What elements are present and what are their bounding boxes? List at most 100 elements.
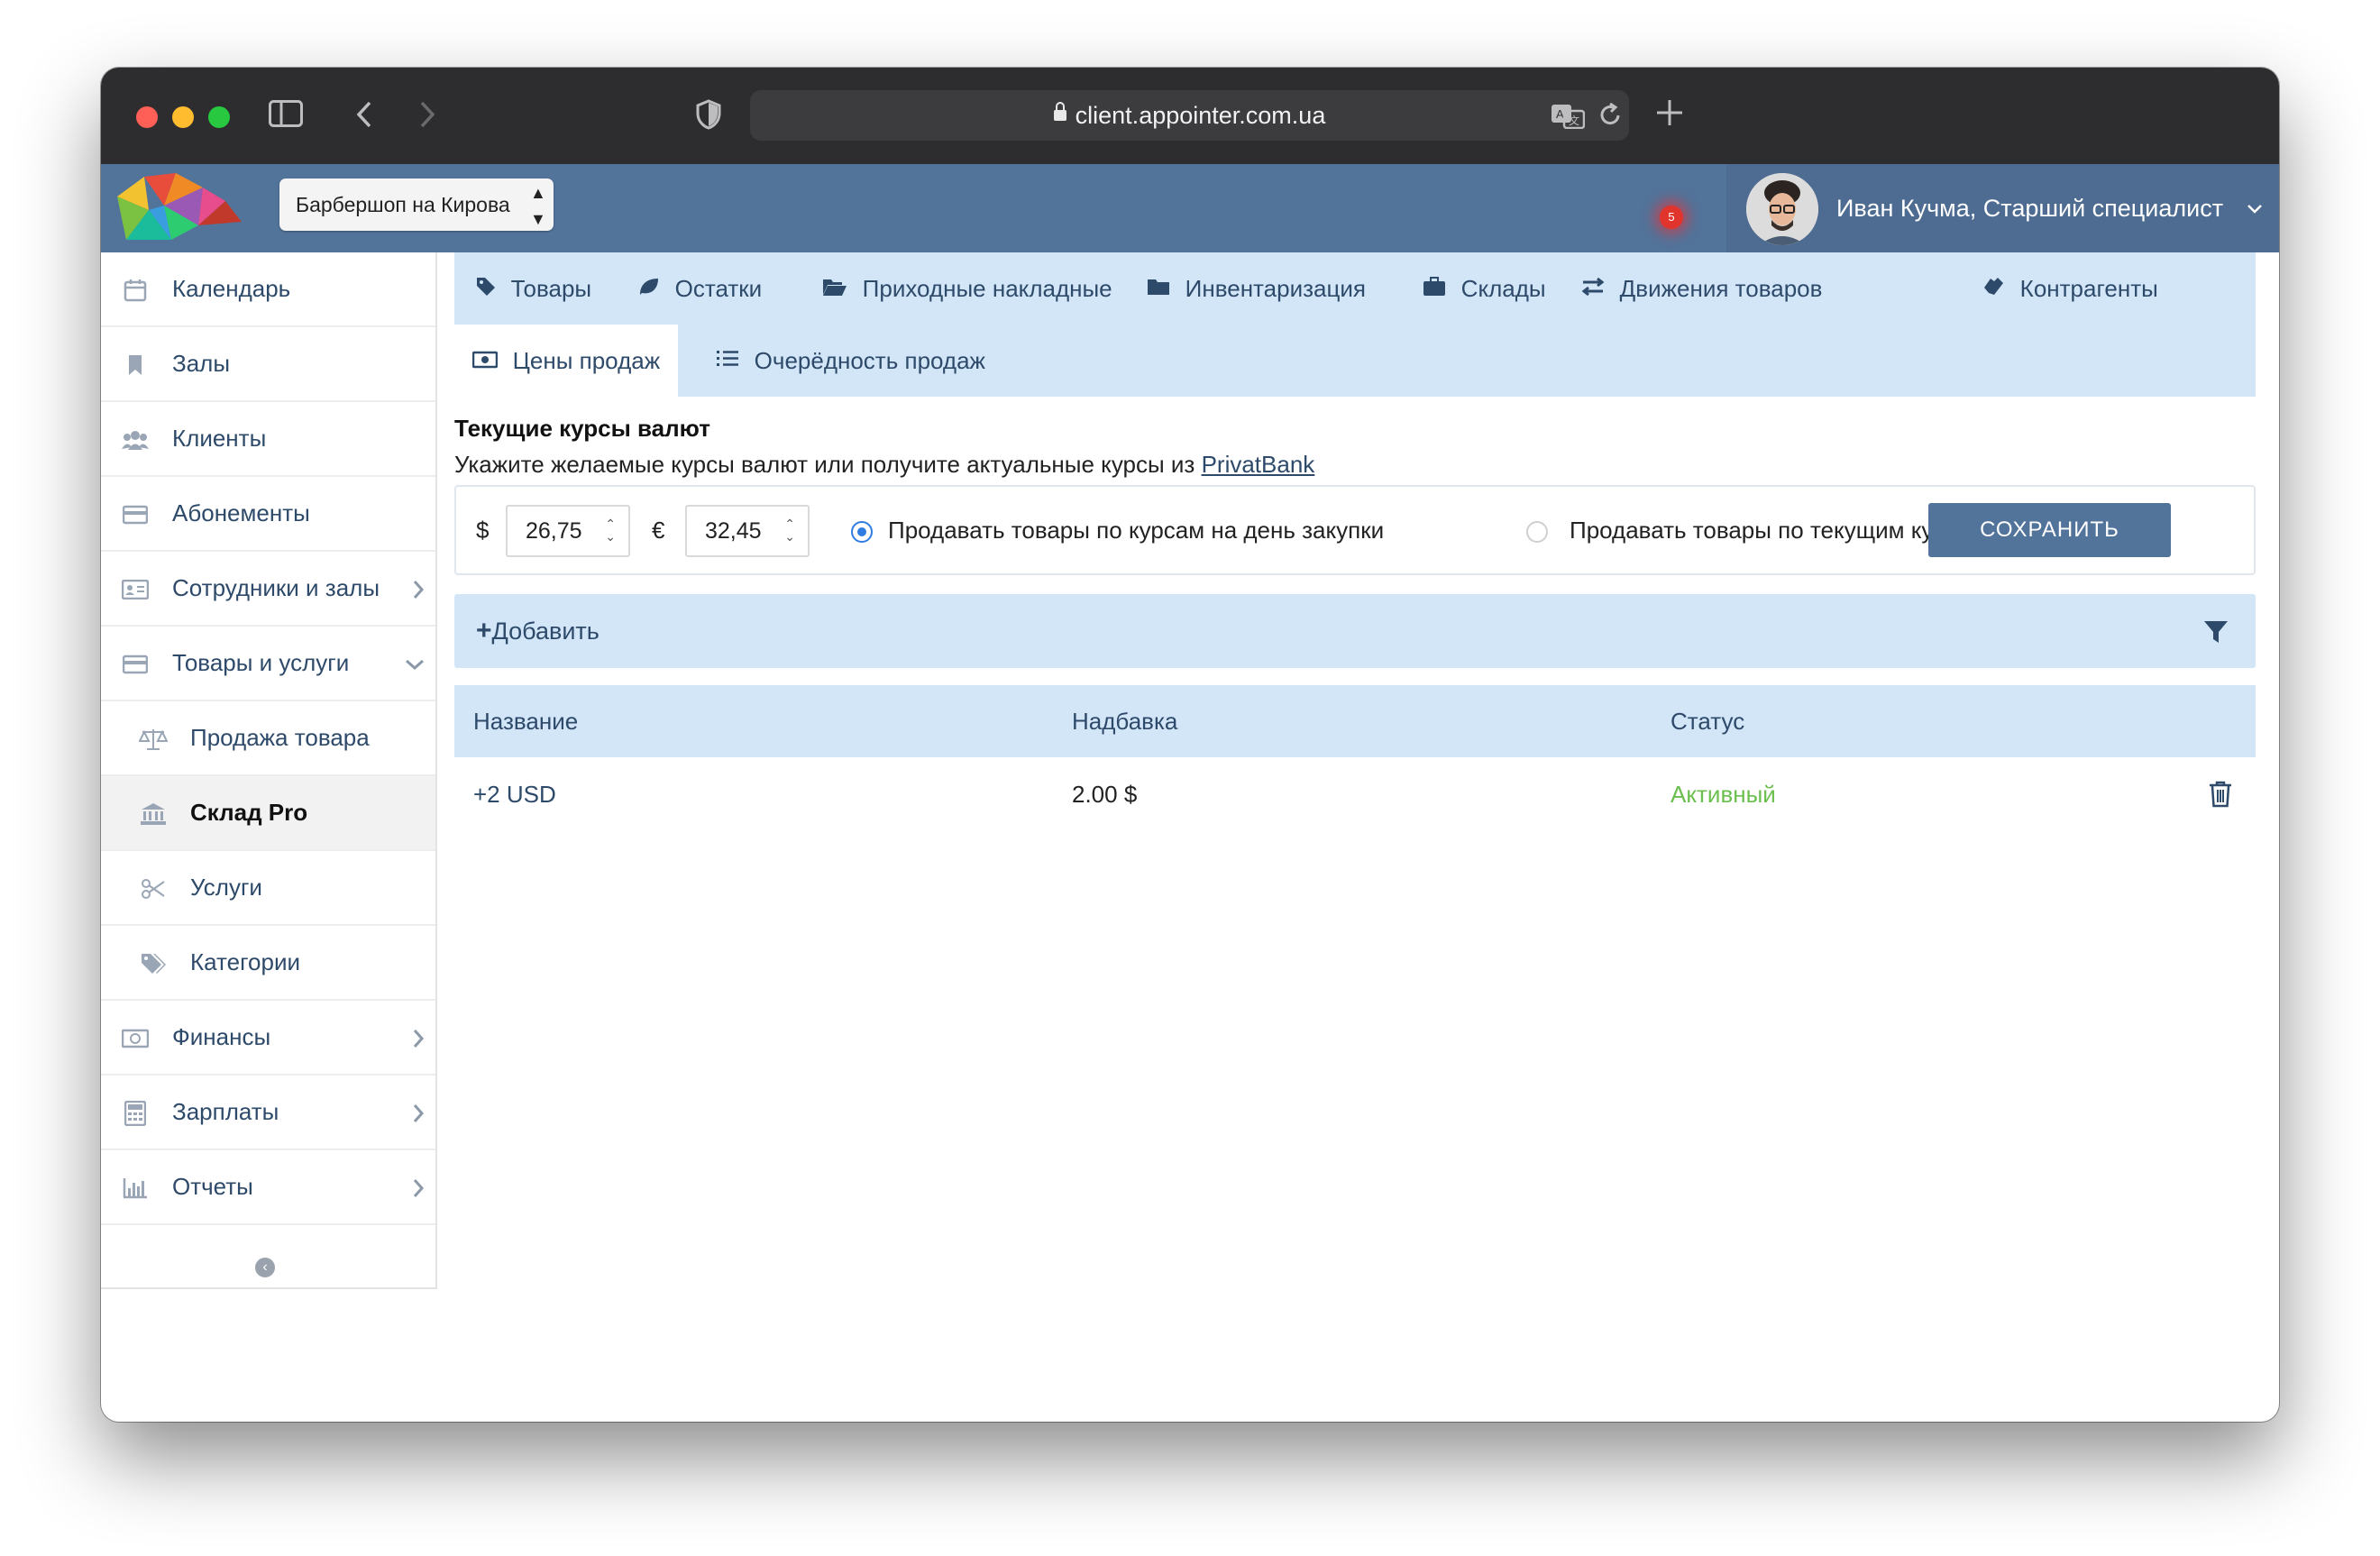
bookmark-icon (121, 327, 150, 400)
briefcase-icon (1423, 277, 1452, 302)
tab-stock[interactable]: Остатки (638, 252, 762, 325)
shield-icon[interactable] (695, 99, 722, 135)
spinner-icon[interactable]: ⌃ ⌄ (605, 517, 616, 543)
tab-label: Приходные накладные (862, 275, 1112, 302)
calculator-icon (121, 1075, 150, 1149)
usd-rate-value: 26,75 (526, 518, 582, 544)
filter-icon[interactable] (2203, 619, 2229, 649)
user-menu[interactable]: Иван Кучма, Старший специалист (1726, 164, 2279, 252)
collapse-sidebar-icon[interactable]: ‹ (255, 1258, 275, 1277)
usd-symbol: $ (476, 517, 490, 544)
tab-label: Товары (510, 275, 592, 302)
chevron-right-icon (412, 1150, 425, 1223)
bar-chart-icon (121, 1150, 150, 1223)
chevron-right-icon (412, 1001, 425, 1074)
browser-window: client.appointer.com.ua A文 Барбершоп на … (101, 68, 2279, 1422)
usd-rate-input[interactable]: 26,75 ⌃ ⌄ (506, 505, 630, 557)
notifications-badge[interactable]: 5 (1660, 206, 1683, 229)
row-name[interactable]: +2 USD (473, 757, 556, 831)
sidebar-item-staff[interactable]: Сотрудники и залы (101, 552, 435, 627)
translate-icon[interactable]: A文 (1551, 104, 1586, 137)
sidebar-item-services[interactable]: Услуги (101, 851, 435, 926)
sidebar-item-label: Услуги (190, 874, 262, 901)
plus-icon: + (476, 616, 492, 645)
app-logo[interactable] (108, 169, 245, 252)
column-header-markup[interactable]: Надбавка (1072, 685, 1177, 757)
sidebar-item-reports[interactable]: Отчеты (101, 1150, 435, 1225)
money-icon (471, 350, 504, 374)
sidebar-item-finance[interactable]: Финансы (101, 1001, 435, 1075)
chevron-down-icon (2247, 164, 2263, 252)
back-icon[interactable] (355, 100, 373, 134)
sidebar-item-categories[interactable]: Категории (101, 926, 435, 1001)
tab-label: Склады (1460, 275, 1546, 302)
trash-icon[interactable] (2209, 781, 2232, 812)
tab-counterparties[interactable]: Контрагенты (1982, 252, 2158, 325)
column-header-status[interactable]: Статус (1671, 685, 1744, 757)
app-header: Барбершоп на Кирова ▲ ▼ 5 Иван Кучма, Ста… (101, 164, 2279, 252)
tab-products[interactable]: Товары (476, 252, 591, 325)
tab-label: Цены продаж (512, 347, 661, 374)
sidebar-item-warehouse-pro[interactable]: Склад Pro (101, 776, 435, 851)
sidebar-item-calendar[interactable]: Календарь (101, 252, 435, 327)
tab-incoming-invoices[interactable]: Приходные накладные (822, 252, 1112, 325)
sidebar-item-label: Склад Pro (190, 799, 308, 826)
tab-inventory[interactable]: Инвентаризация (1147, 252, 1366, 325)
sidebar-item-label: Абонементы (172, 499, 310, 526)
tag-icon (476, 278, 502, 302)
reload-icon[interactable] (1597, 102, 1623, 134)
sidebar-item-label: Календарь (172, 275, 291, 302)
eur-symbol: € (652, 517, 665, 544)
sidebar-item-clients[interactable]: Клиенты (101, 402, 435, 477)
table-row[interactable]: +2 USD 2.00 $ Активный (454, 757, 2256, 831)
branch-select-value: Барбершоп на Кирова (296, 193, 510, 216)
radio-current-rate-label[interactable]: Продавать товары по текущим курсам (1570, 487, 1987, 573)
privatbank-link[interactable]: PrivatBank (1202, 451, 1315, 478)
spinner-icon[interactable]: ⌃ ⌄ (784, 517, 795, 543)
save-button[interactable]: СОХРАНИТЬ (1928, 503, 2171, 557)
sidebar-item-subscriptions[interactable]: Абонементы (101, 477, 435, 552)
money-icon (121, 1001, 150, 1074)
sidebar-item-product-sale[interactable]: Продажа товара (101, 701, 435, 776)
sidebar-item-label: Залы (172, 350, 231, 377)
column-header-name[interactable]: Название (473, 685, 578, 757)
tab-sales-order[interactable]: Очерёдность продаж (716, 325, 985, 397)
url-text: client.appointer.com.ua (1075, 102, 1326, 129)
handshake-icon (1982, 278, 2011, 302)
radio-purchase-rate[interactable] (851, 521, 873, 543)
scale-icon (138, 701, 169, 774)
forward-icon[interactable] (418, 100, 436, 134)
browser-toolbar: client.appointer.com.ua A文 (101, 68, 2279, 165)
avatar (1746, 173, 1818, 245)
sidebar-item-salaries[interactable]: Зарплаты (101, 1075, 435, 1150)
chevron-right-icon (412, 552, 425, 625)
radio-purchase-rate-label[interactable]: Продавать товары по курсам на день закуп… (888, 487, 1384, 573)
tab-sale-prices[interactable]: Цены продаж (454, 325, 679, 397)
radio-current-rate[interactable] (1526, 521, 1548, 543)
lock-icon (1053, 101, 1066, 121)
close-window-button[interactable] (136, 106, 158, 128)
sidebar-item-halls[interactable]: Залы (101, 327, 435, 402)
user-name: Иван Кучма, Старший специалист (1836, 195, 2224, 222)
row-status: Активный (1671, 781, 1776, 808)
id-card-icon (121, 552, 150, 625)
sidebar-item-goods-services[interactable]: Товары и услуги (101, 627, 435, 701)
sidebar: Календарь Залы Клиенты Абонементы Сотруд… (101, 252, 437, 1289)
folder-open-icon (822, 278, 854, 302)
tab-warehouses[interactable]: Склады (1423, 252, 1546, 325)
svg-text:A: A (1556, 107, 1564, 121)
tab-label: Инвентаризация (1185, 275, 1366, 302)
branch-select[interactable]: Барбершоп на Кирова ▲ ▼ (279, 178, 554, 231)
new-tab-icon[interactable] (1655, 98, 1684, 133)
sidebar-toggle-icon[interactable] (269, 100, 303, 133)
minimize-window-button[interactable] (172, 106, 194, 128)
eur-rate-input[interactable]: 32,45 ⌃ ⌄ (685, 505, 810, 557)
maximize-window-button[interactable] (208, 106, 230, 128)
tab-movements[interactable]: Движения товаров (1581, 252, 1822, 325)
list-icon (716, 350, 746, 374)
action-bar: +Добавить (454, 594, 2256, 668)
sidebar-item-label: Клиенты (172, 425, 267, 452)
add-button[interactable]: +Добавить (476, 594, 600, 668)
calendar-icon (121, 252, 150, 325)
address-bar[interactable]: client.appointer.com.ua (750, 90, 1629, 141)
